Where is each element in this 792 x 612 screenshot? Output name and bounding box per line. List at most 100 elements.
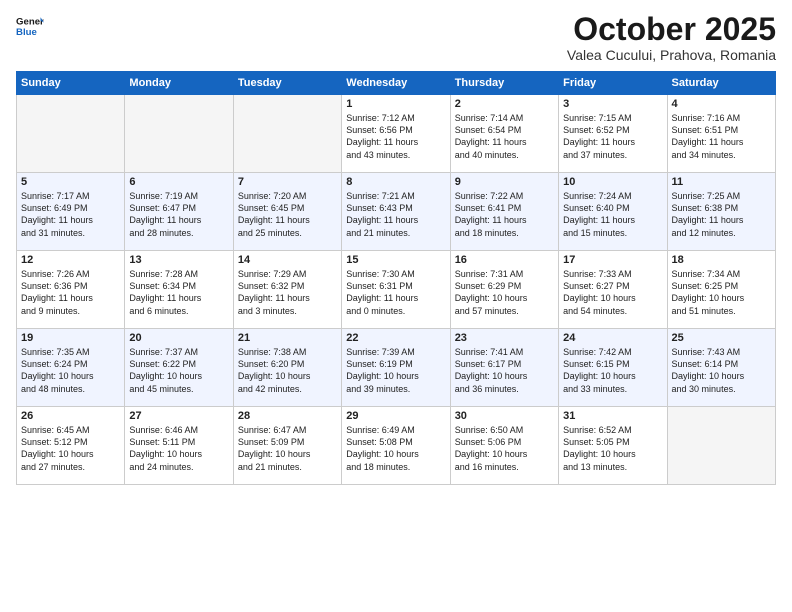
weekday-header-saturday: Saturday — [667, 72, 775, 95]
day-number: 23 — [455, 332, 554, 344]
cell-info: Sunrise: 6:46 AM Sunset: 5:11 PM Dayligh… — [129, 424, 228, 473]
cell-info: Sunrise: 7:16 AM Sunset: 6:51 PM Dayligh… — [672, 112, 771, 161]
cell-info: Sunrise: 7:24 AM Sunset: 6:40 PM Dayligh… — [563, 190, 662, 239]
cell-info: Sunrise: 7:22 AM Sunset: 6:41 PM Dayligh… — [455, 190, 554, 239]
header: General Blue October 2025 Valea Cucului,… — [16, 12, 776, 63]
week-row-0: 1Sunrise: 7:12 AM Sunset: 6:56 PM Daylig… — [17, 95, 776, 173]
calendar-cell: 19 Sunrise: 7:35 AM Sunset: 6:24 PM Dayli… — [17, 329, 125, 407]
cell-info: Sunrise: 7:21 AM Sunset: 6:43 PM Dayligh… — [346, 190, 445, 239]
cell-info: Sunrise: 6:52 AM Sunset: 5:05 PM Dayligh… — [563, 424, 662, 473]
logo-icon: General Blue — [16, 12, 44, 40]
calendar-cell: 26 Sunrise: 6:45 AM Sunset: 5:12 PM Dayli… — [17, 407, 125, 485]
weekday-header-wednesday: Wednesday — [342, 72, 450, 95]
cell-info: Sunrise: 7:29 AM Sunset: 6:32 PM Dayligh… — [238, 268, 337, 317]
day-number: 9 — [455, 176, 554, 188]
day-number: 19 — [21, 332, 120, 344]
day-number: 30 — [455, 410, 554, 422]
cell-info: Sunrise: 7:33 AM Sunset: 6:27 PM Dayligh… — [563, 268, 662, 317]
cell-info: Sunrise: 7:41 AM Sunset: 6:17 PM Dayligh… — [455, 346, 554, 395]
day-number: 3 — [563, 98, 662, 110]
calendar-cell: 18Sunrise: 7:34 AM Sunset: 6:25 PM Dayli… — [667, 251, 775, 329]
calendar-cell: 24 Sunrise: 7:42 AM Sunset: 6:15 PM Dayli… — [559, 329, 667, 407]
week-row-4: 26 Sunrise: 6:45 AM Sunset: 5:12 PM Dayli… — [17, 407, 776, 485]
calendar-cell: 31 Sunrise: 6:52 AM Sunset: 5:05 PM Dayli… — [559, 407, 667, 485]
calendar-cell: 8 Sunrise: 7:21 AM Sunset: 6:43 PM Daylig… — [342, 173, 450, 251]
calendar-cell: 30 Sunrise: 6:50 AM Sunset: 5:06 PM Dayli… — [450, 407, 558, 485]
day-number: 21 — [238, 332, 337, 344]
cell-info: Sunrise: 7:35 AM Sunset: 6:24 PM Dayligh… — [21, 346, 120, 395]
page: General Blue October 2025 Valea Cucului,… — [0, 0, 792, 612]
day-number: 11 — [672, 176, 771, 188]
day-number: 8 — [346, 176, 445, 188]
calendar-cell: 5 Sunrise: 7:17 AM Sunset: 6:49 PM Daylig… — [17, 173, 125, 251]
day-number: 20 — [129, 332, 228, 344]
calendar-cell: 3 Sunrise: 7:15 AM Sunset: 6:52 PM Daylig… — [559, 95, 667, 173]
svg-text:General: General — [16, 16, 44, 27]
day-number: 5 — [21, 176, 120, 188]
cell-info: Sunrise: 7:43 AM Sunset: 6:14 PM Dayligh… — [672, 346, 771, 395]
day-number: 25 — [672, 332, 771, 344]
cell-info: Sunrise: 7:25 AM Sunset: 6:38 PM Dayligh… — [672, 190, 771, 239]
day-number: 22 — [346, 332, 445, 344]
weekday-header-monday: Monday — [125, 72, 233, 95]
cell-info: Sunrise: 6:45 AM Sunset: 5:12 PM Dayligh… — [21, 424, 120, 473]
day-number: 14 — [238, 254, 337, 266]
day-number: 16 — [455, 254, 554, 266]
day-number: 26 — [21, 410, 120, 422]
cell-info: Sunrise: 7:14 AM Sunset: 6:54 PM Dayligh… — [455, 112, 554, 161]
cell-info: Sunrise: 7:19 AM Sunset: 6:47 PM Dayligh… — [129, 190, 228, 239]
day-number: 27 — [129, 410, 228, 422]
week-row-3: 19 Sunrise: 7:35 AM Sunset: 6:24 PM Dayli… — [17, 329, 776, 407]
cell-info: Sunrise: 7:15 AM Sunset: 6:52 PM Dayligh… — [563, 112, 662, 161]
month-title: October 2025 — [567, 12, 776, 47]
cell-info: Sunrise: 7:30 AM Sunset: 6:31 PM Dayligh… — [346, 268, 445, 317]
calendar-cell: 12Sunrise: 7:26 AM Sunset: 6:36 PM Dayli… — [17, 251, 125, 329]
cell-info: Sunrise: 7:38 AM Sunset: 6:20 PM Dayligh… — [238, 346, 337, 395]
day-number: 15 — [346, 254, 445, 266]
location-subtitle: Valea Cucului, Prahova, Romania — [567, 47, 776, 63]
day-number: 18 — [672, 254, 771, 266]
svg-text:Blue: Blue — [16, 27, 37, 38]
cell-info: Sunrise: 7:26 AM Sunset: 6:36 PM Dayligh… — [21, 268, 120, 317]
weekday-header-thursday: Thursday — [450, 72, 558, 95]
logo: General Blue — [16, 12, 44, 40]
calendar-cell — [233, 95, 341, 173]
calendar-cell: 16 Sunrise: 7:31 AM Sunset: 6:29 PM Dayli… — [450, 251, 558, 329]
cell-info: Sunrise: 7:42 AM Sunset: 6:15 PM Dayligh… — [563, 346, 662, 395]
calendar-cell: 29Sunrise: 6:49 AM Sunset: 5:08 PM Dayli… — [342, 407, 450, 485]
title-block: October 2025 Valea Cucului, Prahova, Rom… — [567, 12, 776, 63]
day-number: 31 — [563, 410, 662, 422]
day-number: 7 — [238, 176, 337, 188]
calendar-cell: 9 Sunrise: 7:22 AM Sunset: 6:41 PM Daylig… — [450, 173, 558, 251]
cell-info: Sunrise: 6:50 AM Sunset: 5:06 PM Dayligh… — [455, 424, 554, 473]
week-row-2: 12Sunrise: 7:26 AM Sunset: 6:36 PM Dayli… — [17, 251, 776, 329]
calendar-cell: 10Sunrise: 7:24 AM Sunset: 6:40 PM Dayli… — [559, 173, 667, 251]
day-number: 24 — [563, 332, 662, 344]
cell-info: Sunrise: 7:12 AM Sunset: 6:56 PM Dayligh… — [346, 112, 445, 161]
calendar-cell: 13Sunrise: 7:28 AM Sunset: 6:34 PM Dayli… — [125, 251, 233, 329]
cell-info: Sunrise: 7:39 AM Sunset: 6:19 PM Dayligh… — [346, 346, 445, 395]
calendar-cell: 22 Sunrise: 7:39 AM Sunset: 6:19 PM Dayli… — [342, 329, 450, 407]
day-number: 28 — [238, 410, 337, 422]
cell-info: Sunrise: 7:20 AM Sunset: 6:45 PM Dayligh… — [238, 190, 337, 239]
calendar-cell: 4 Sunrise: 7:16 AM Sunset: 6:51 PM Daylig… — [667, 95, 775, 173]
calendar-cell: 2 Sunrise: 7:14 AM Sunset: 6:54 PM Daylig… — [450, 95, 558, 173]
day-number: 13 — [129, 254, 228, 266]
day-number: 4 — [672, 98, 771, 110]
day-number: 2 — [455, 98, 554, 110]
calendar-cell: 20Sunrise: 7:37 AM Sunset: 6:22 PM Dayli… — [125, 329, 233, 407]
calendar-cell: 7 Sunrise: 7:20 AM Sunset: 6:45 PM Daylig… — [233, 173, 341, 251]
day-number: 6 — [129, 176, 228, 188]
day-number: 29 — [346, 410, 445, 422]
weekday-header-sunday: Sunday — [17, 72, 125, 95]
weekday-header-tuesday: Tuesday — [233, 72, 341, 95]
cell-info: Sunrise: 7:31 AM Sunset: 6:29 PM Dayligh… — [455, 268, 554, 317]
calendar-cell: 23 Sunrise: 7:41 AM Sunset: 6:17 PM Dayli… — [450, 329, 558, 407]
calendar-cell — [667, 407, 775, 485]
calendar-cell: 17Sunrise: 7:33 AM Sunset: 6:27 PM Dayli… — [559, 251, 667, 329]
cell-info: Sunrise: 7:17 AM Sunset: 6:49 PM Dayligh… — [21, 190, 120, 239]
calendar-cell: 21 Sunrise: 7:38 AM Sunset: 6:20 PM Dayli… — [233, 329, 341, 407]
calendar-cell: 27 Sunrise: 6:46 AM Sunset: 5:11 PM Dayli… — [125, 407, 233, 485]
weekday-header-row: SundayMondayTuesdayWednesdayThursdayFrid… — [17, 72, 776, 95]
cell-info: Sunrise: 6:47 AM Sunset: 5:09 PM Dayligh… — [238, 424, 337, 473]
